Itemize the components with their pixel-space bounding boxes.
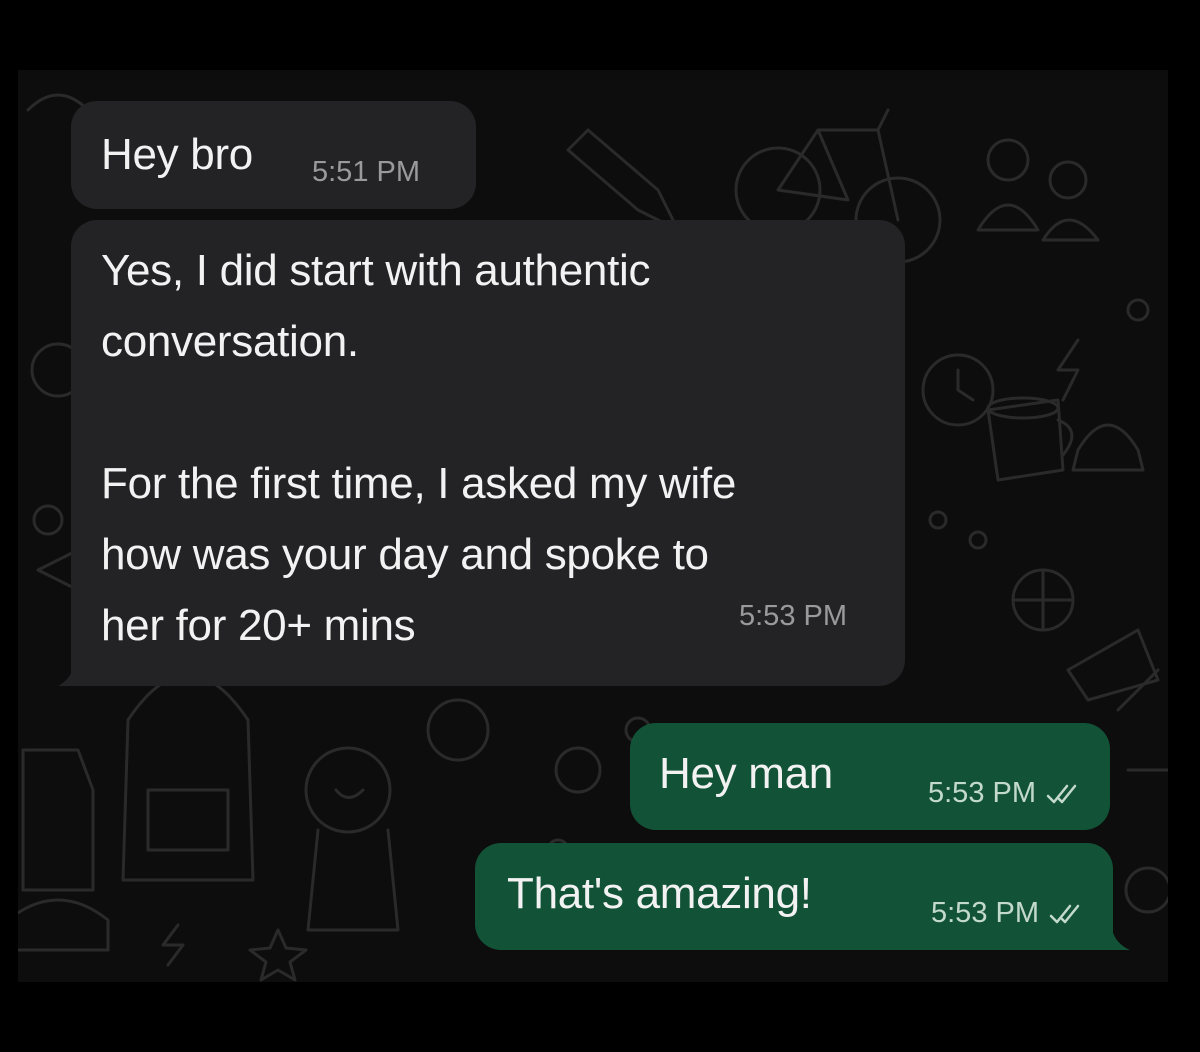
message-bubble-outgoing[interactable]: That's amazing! 5:53 PM — [475, 843, 1113, 950]
message-text: Yes, I did start with authentic conversa… — [101, 246, 736, 650]
chat-background: Hey bro 5:51 PM Yes, I did start with au… — [18, 70, 1168, 982]
message-bubble-outgoing[interactable]: Hey man 5:53 PM — [630, 723, 1110, 830]
message-timestamp: 5:53 PM — [931, 897, 1083, 930]
message-time-label: 5:53 PM — [928, 777, 1036, 809]
double-check-icon — [1046, 785, 1077, 804]
message-text: Hey bro — [101, 130, 253, 179]
message-text: Hey man — [659, 749, 833, 798]
message-time-label: 5:53 PM — [931, 897, 1039, 929]
message-text: That's amazing! — [507, 869, 812, 918]
bubble-tail — [58, 666, 74, 686]
message-timestamp: 5:53 PM — [739, 600, 847, 632]
bubble-tail — [1112, 930, 1130, 950]
message-bubble-incoming[interactable]: Yes, I did start with authentic conversa… — [71, 220, 905, 686]
message-timestamp: 5:51 PM — [312, 156, 420, 188]
message-timestamp: 5:53 PM — [928, 777, 1080, 810]
double-check-icon — [1049, 905, 1080, 924]
message-bubble-incoming[interactable]: Hey bro 5:51 PM — [71, 101, 476, 209]
